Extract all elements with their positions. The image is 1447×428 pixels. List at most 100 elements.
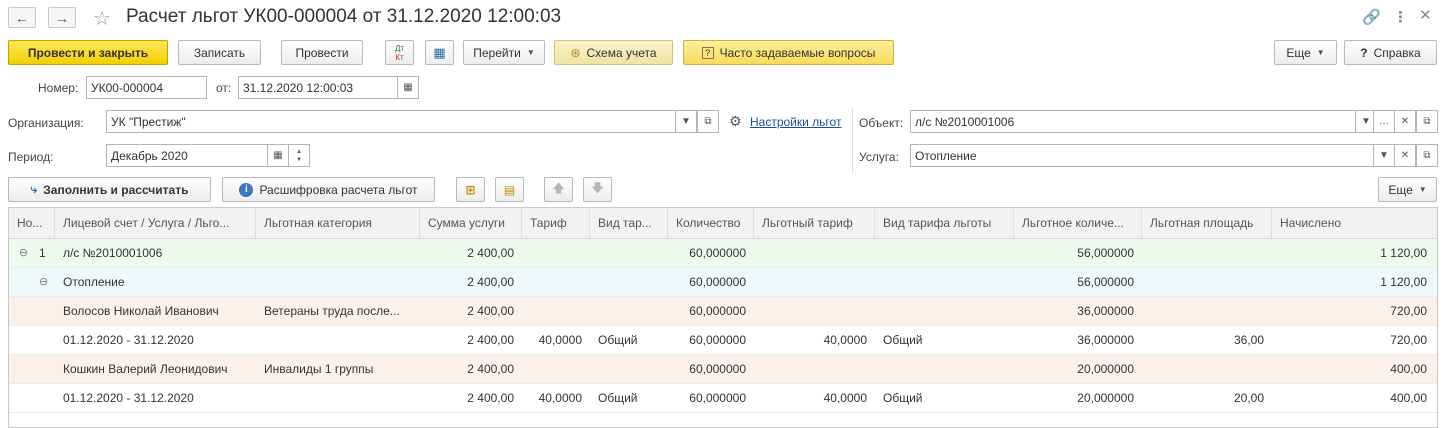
goto-label: Перейти: [473, 45, 521, 60]
open-icon: ⧉: [704, 116, 712, 127]
cell-name: Отопление: [63, 275, 125, 289]
col-charged-header[interactable]: Начислено: [1272, 208, 1437, 239]
service-field[interactable]: Отопление: [910, 144, 1374, 167]
arrow-left-icon: ←: [15, 9, 29, 26]
back-button[interactable]: ←: [8, 7, 36, 28]
caret-down-icon: ▼: [526, 48, 535, 57]
explain-label: Расшифровка расчета льгот: [259, 182, 418, 197]
table-row[interactable]: ⊖ 1 л/с №2010001006 2 400,00 60,000000 5…: [9, 239, 1437, 268]
col-tariff-header[interactable]: Тариф: [522, 208, 590, 239]
table-more-label: Еще: [1388, 182, 1413, 197]
period-calendar-button[interactable]: ▦: [267, 144, 289, 167]
add-group-button[interactable]: ▤: [495, 177, 524, 202]
date-field[interactable]: 31.12.2020 12:00:03: [238, 76, 398, 99]
help-label: Справка: [1373, 45, 1421, 60]
cell-lg-tariff-type: Общий: [883, 333, 923, 347]
org-label: Организация:: [8, 116, 84, 130]
save-button[interactable]: Записать: [178, 40, 261, 65]
faq-button[interactable]: ? Часто задаваемые вопросы: [683, 40, 894, 65]
move-down-button[interactable]: 🡇: [583, 177, 612, 202]
forward-button[interactable]: →: [48, 7, 76, 28]
cell-sum: 2 400,00: [467, 275, 514, 289]
move-up-button[interactable]: 🡅: [544, 177, 573, 202]
link-icon[interactable]: 🔗: [1362, 8, 1381, 26]
col-tariff-type-header[interactable]: Вид тар...: [590, 208, 668, 239]
period-field[interactable]: Декабрь 2020: [106, 144, 268, 167]
cell-charged: 720,00: [1390, 304, 1427, 318]
fill-label: Заполнить и рассчитать: [43, 182, 189, 197]
cell-lg-qty: 36,000000: [1077, 333, 1134, 347]
open-icon: ⧉: [1423, 116, 1431, 127]
col-category-header[interactable]: Льготная категория: [256, 208, 420, 239]
add-row-button[interactable]: ⊞: [456, 177, 485, 202]
org-open-button[interactable]: ⧉: [697, 110, 719, 133]
table-header: Но... Лицевой счет / Услуга / Льго... Ль…: [9, 208, 1437, 239]
table-row[interactable]: Волосов Николай Иванович Ветераны труда …: [9, 297, 1437, 326]
object-clear-button[interactable]: ✕: [1394, 110, 1416, 133]
service-open-button[interactable]: ⧉: [1416, 144, 1438, 167]
period-spin-button[interactable]: ▲ ▼: [288, 144, 310, 167]
cell-tariff-type: Общий: [598, 391, 638, 405]
caret-down-icon: ▼: [681, 116, 691, 127]
ellipsis-icon: …: [1379, 116, 1389, 127]
clear-icon: ✕: [1400, 150, 1410, 161]
object-open-button[interactable]: ⧉: [1416, 110, 1438, 133]
cell-sum: 2 400,00: [467, 333, 514, 347]
org-field[interactable]: УК "Престиж": [106, 110, 676, 133]
table-row[interactable]: ⊖ Отопление 2 400,00 60,000000 56,000000…: [9, 268, 1437, 297]
service-dropdown-button[interactable]: ▼: [1373, 144, 1395, 167]
org-dropdown-button[interactable]: ▼: [675, 110, 697, 133]
more-vertical-icon[interactable]: ⋮: [1393, 8, 1408, 26]
post-button[interactable]: Провести: [281, 40, 363, 65]
arrow-down-icon: 🡇: [591, 181, 604, 195]
cell-lg-area: 20,00: [1233, 391, 1264, 405]
faq-label: Часто задаваемые вопросы: [719, 45, 876, 60]
cell-name: 01.12.2020 - 31.12.2020: [63, 391, 194, 405]
number-field[interactable]: УК00-000004: [86, 76, 207, 99]
help-button[interactable]: ? Справка: [1344, 40, 1437, 65]
col-lg-qty-header[interactable]: Льготное количе...: [1014, 208, 1142, 239]
table-row[interactable]: 01.12.2020 - 31.12.2020 2 400,00 40,0000…: [9, 384, 1437, 413]
spin-up-icon: ▲: [296, 148, 302, 155]
cell-name: Кошкин Валерий Леонидович: [63, 362, 228, 376]
post-and-close-button[interactable]: Провести и закрыть: [8, 40, 168, 65]
object-field[interactable]: л/с №2010001006: [910, 110, 1356, 133]
more-dropdown[interactable]: Еще ▼: [1274, 40, 1337, 65]
goto-dropdown[interactable]: Перейти ▼: [463, 40, 545, 65]
benefits-table[interactable]: Но... Лицевой счет / Услуга / Льго... Ль…: [8, 207, 1438, 428]
arrow-up-icon: 🡅: [552, 181, 565, 195]
table-row[interactable]: 01.12.2020 - 31.12.2020 2 400,00 40,0000…: [9, 326, 1437, 355]
cell-tariff-type: Общий: [598, 333, 638, 347]
object-select-button[interactable]: …: [1373, 110, 1395, 133]
table-row[interactable]: Кошкин Валерий Леонидович Инвалиды 1 гру…: [9, 355, 1437, 384]
col-qty-header[interactable]: Количество: [668, 208, 754, 239]
close-icon[interactable]: ✕: [1419, 6, 1432, 24]
col-lg-tariff-type-header[interactable]: Вид тарифа льготы: [875, 208, 1014, 239]
cell-lg-area: 36,00: [1233, 333, 1264, 347]
col-account-header[interactable]: Лицевой счет / Услуга / Льго...: [55, 208, 256, 239]
calendar-button[interactable]: ▦: [397, 76, 419, 99]
col-number-header[interactable]: Но...: [9, 208, 55, 239]
cell-qty: 60,000000: [689, 362, 746, 376]
table-more-dropdown[interactable]: Еще ▼: [1378, 177, 1437, 202]
structure-button[interactable]: ▦: [425, 40, 454, 65]
collapse-icon[interactable]: ⊖: [19, 239, 28, 268]
service-label: Услуга:: [859, 150, 899, 164]
col-sum-header[interactable]: Сумма услуги: [420, 208, 522, 239]
add-row-icon: ⊞: [465, 182, 476, 197]
scheme-button[interactable]: ⊛ Схема учета: [554, 40, 673, 65]
col-lg-tariff-header[interactable]: Льготный тариф: [754, 208, 875, 239]
service-clear-button[interactable]: ✕: [1394, 144, 1416, 167]
settings-link[interactable]: Настройки льгот: [750, 115, 841, 129]
favorite-star-icon[interactable]: ☆: [93, 6, 111, 31]
cell-charged: 1 120,00: [1380, 275, 1427, 289]
col-lg-area-header[interactable]: Льготная площадь: [1142, 208, 1272, 239]
cell-tariff: 40,0000: [538, 391, 582, 405]
dt-kt-button[interactable]: Дт Кт: [385, 40, 414, 65]
cell-charged: 1 120,00: [1380, 246, 1427, 260]
spin-down-icon: ▼: [296, 156, 302, 163]
fill-calculate-button[interactable]: ⤷ Заполнить и рассчитать: [8, 177, 211, 202]
collapse-icon[interactable]: ⊖: [39, 268, 48, 297]
explain-button[interactable]: i Расшифровка расчета льгот: [222, 177, 435, 202]
cell-sum: 2 400,00: [467, 362, 514, 376]
